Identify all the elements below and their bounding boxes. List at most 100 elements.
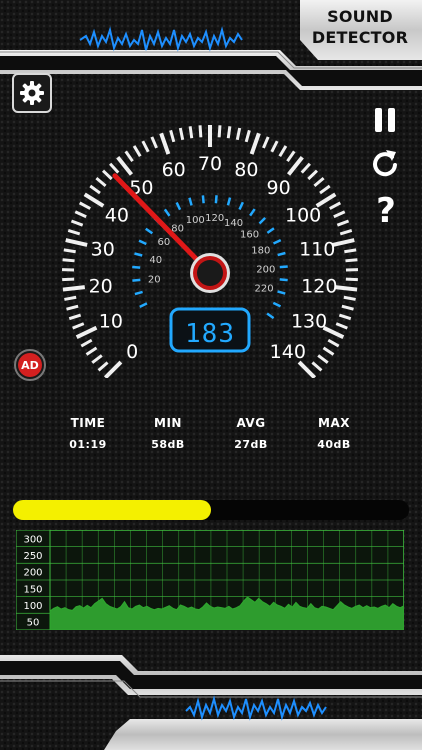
- outer-scale-label: 120: [301, 275, 337, 297]
- outer-tick: [91, 354, 103, 364]
- outer-tick: [75, 325, 98, 340]
- inner-tick: [139, 302, 148, 308]
- outer-tick: [336, 219, 350, 227]
- inner-tick: [238, 201, 244, 211]
- outer-scale-label: 140: [270, 341, 306, 363]
- outer-scale-label: 110: [299, 239, 335, 261]
- outer-tick: [286, 150, 296, 163]
- inner-tick: [266, 227, 275, 234]
- inner-tick: [258, 216, 267, 225]
- outer-tick: [74, 210, 87, 219]
- app-title: SOUND DETECTOR: [310, 6, 410, 48]
- stat-time: TIME 01:19: [48, 416, 128, 451]
- outer-tick: [72, 322, 85, 330]
- graph-y-tick-label: 50: [27, 618, 40, 629]
- pause-button[interactable]: [372, 106, 398, 134]
- waveform-bottom: [185, 695, 327, 721]
- outer-tick: [103, 360, 123, 378]
- outer-tick: [345, 258, 358, 263]
- outer-tick: [198, 125, 203, 138]
- outer-scale-label: 20: [89, 275, 113, 297]
- outer-tick: [66, 304, 79, 311]
- inner-tick: [188, 197, 193, 206]
- graph-y-tick-label: 200: [23, 568, 42, 579]
- outer-tick: [313, 176, 325, 187]
- outer-tick: [226, 126, 232, 139]
- outer-tick: [335, 322, 348, 330]
- outer-scale-label: 10: [99, 311, 123, 333]
- outer-tick: [83, 192, 105, 208]
- bottom-footer-bar: [0, 655, 422, 750]
- outer-tick: [270, 140, 279, 153]
- inner-scale-label: 40: [149, 255, 162, 266]
- sound-level-fill: [13, 500, 211, 520]
- stat-min-value: 58dB: [151, 438, 185, 451]
- outer-tick: [63, 248, 76, 254]
- inner-scale-label: 100: [186, 215, 205, 226]
- graph-y-tick-label: 300: [23, 534, 42, 545]
- outer-scale-label: 80: [234, 159, 258, 181]
- ad-button[interactable]: AD: [14, 349, 46, 381]
- help-button[interactable]: ?: [372, 194, 400, 228]
- reset-button[interactable]: [371, 148, 399, 178]
- outer-tick: [319, 184, 331, 195]
- outer-tick: [244, 129, 251, 143]
- ad-badge-icon: AD: [18, 353, 42, 377]
- outer-tick: [339, 228, 353, 236]
- inner-tick: [163, 208, 171, 217]
- stat-avg-value: 27dB: [234, 438, 268, 451]
- stat-avg: AVG 27dB: [211, 416, 291, 451]
- outer-tick: [338, 313, 352, 321]
- outer-tick: [68, 313, 82, 321]
- inner-scale-label: 220: [254, 284, 273, 295]
- outer-tick: [116, 156, 134, 176]
- outer-tick: [65, 238, 88, 247]
- outer-tick: [217, 125, 222, 138]
- inner-scale-label: 20: [148, 274, 161, 285]
- outer-tick: [343, 295, 356, 301]
- stat-time-value: 01:19: [69, 438, 107, 451]
- inner-scale-label: 60: [158, 237, 171, 248]
- outer-scale-label: 40: [105, 204, 129, 226]
- outer-tick: [101, 169, 113, 181]
- outer-tick: [329, 201, 342, 210]
- outer-tick: [262, 136, 270, 149]
- outer-tick: [109, 162, 120, 174]
- outer-scale-label: 30: [91, 239, 115, 261]
- outer-scale-label: 60: [162, 159, 186, 181]
- inner-tick: [272, 301, 282, 308]
- outer-tick: [178, 127, 185, 141]
- outer-tick: [345, 277, 358, 282]
- outer-scale-label: 130: [291, 311, 327, 333]
- speedometer-gauge: 0102030405060 70 8090100110120130140 20406…: [62, 125, 358, 378]
- sound-level-bar: [13, 500, 409, 520]
- outer-tick: [327, 338, 340, 348]
- inner-tick: [134, 290, 143, 296]
- outer-tick: [332, 238, 355, 247]
- inner-tick: [214, 195, 218, 204]
- outer-tick: [300, 162, 311, 174]
- stat-min-label: MIN: [154, 416, 182, 430]
- inner-scale-label: 160: [240, 229, 259, 240]
- stat-min: MIN 58dB: [128, 416, 208, 451]
- outer-tick: [317, 354, 329, 364]
- outer-tick: [249, 132, 261, 155]
- graph-y-tick-label: 100: [23, 601, 42, 612]
- settings-button[interactable]: [12, 73, 52, 113]
- outer-tick: [188, 126, 194, 139]
- inner-tick: [226, 197, 232, 206]
- inner-scale-label: 120: [205, 213, 224, 224]
- inner-tick: [279, 265, 288, 269]
- inner-tick: [279, 278, 288, 282]
- outer-tick: [307, 169, 319, 181]
- outer-tick: [95, 176, 107, 187]
- question-mark-icon: ?: [376, 191, 396, 231]
- outer-tick: [341, 304, 354, 311]
- outer-tick: [62, 258, 75, 263]
- outer-tick: [169, 129, 176, 143]
- outer-tick: [141, 140, 150, 153]
- inner-scale-label: 180: [251, 245, 270, 256]
- stat-max: MAX 40dB: [294, 416, 374, 451]
- outer-tick: [89, 184, 101, 195]
- inner-tick: [266, 312, 275, 320]
